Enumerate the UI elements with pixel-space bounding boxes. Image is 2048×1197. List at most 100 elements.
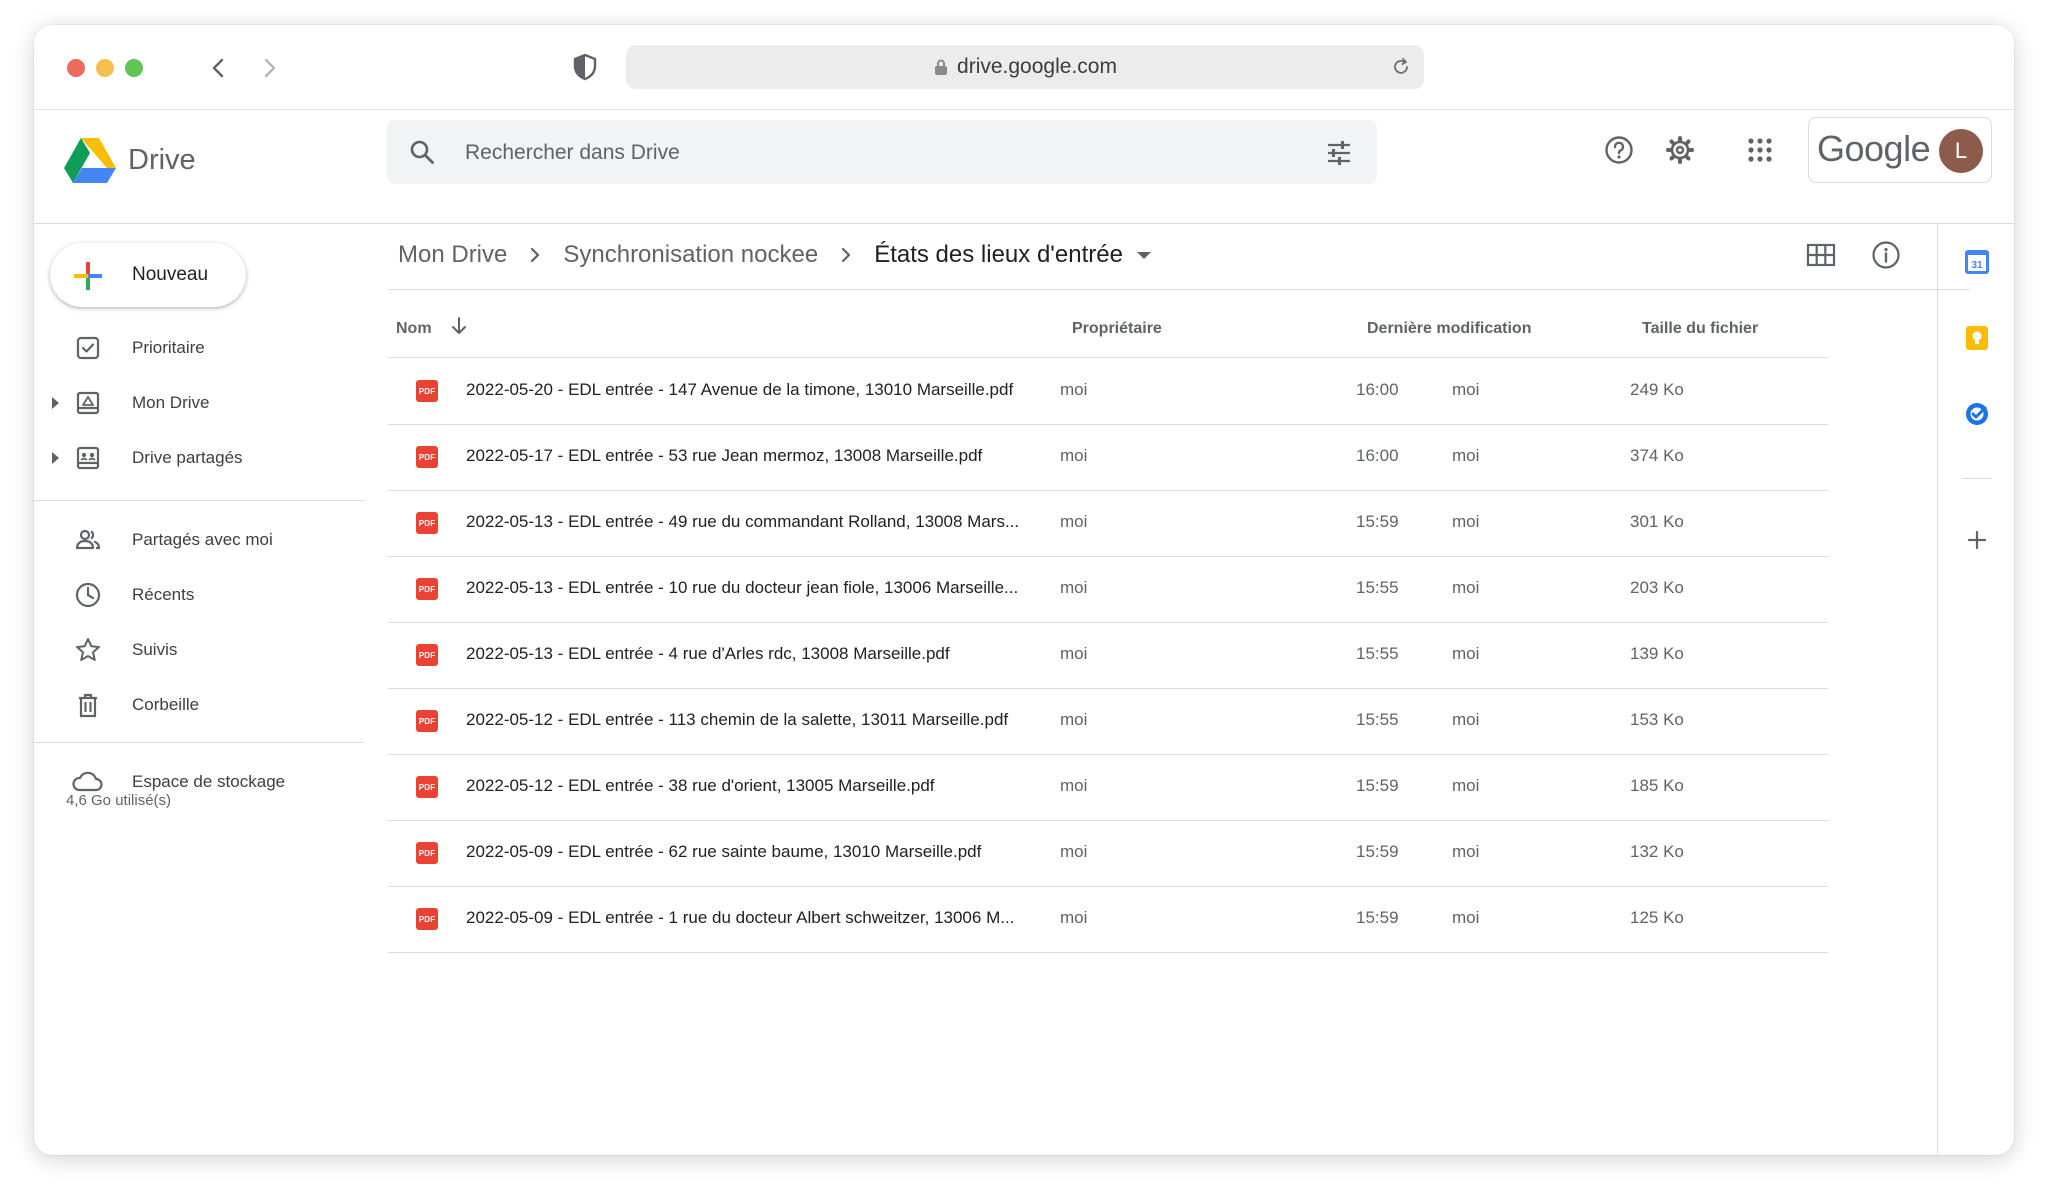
sidebar-item-my-drive[interactable]: Mon Drive xyxy=(34,382,364,424)
browser-toolbar: drive.google.com xyxy=(34,25,2014,110)
sidebar-item-shared-drives[interactable]: Drive partagés xyxy=(34,437,364,479)
table-row[interactable]: PDF 2022-05-09 - EDL entrée - 1 rue du d… xyxy=(388,886,1828,953)
file-size: 139 Ko xyxy=(1630,644,1684,663)
file-name: 2022-05-13 - EDL entrée - 4 rue d'Arles … xyxy=(466,644,950,663)
sidebar-item-trash[interactable]: Corbeille xyxy=(34,684,364,726)
chevron-left-icon xyxy=(212,58,224,78)
gear-icon xyxy=(1666,136,1694,164)
clock-icon xyxy=(75,582,101,608)
file-modified-by: moi xyxy=(1452,578,1480,597)
file-modified-time: 15:59 xyxy=(1356,512,1399,531)
drive-logo-icon[interactable] xyxy=(64,137,116,183)
grid-view-button[interactable] xyxy=(1805,239,1837,271)
file-name: 2022-05-17 - EDL entrée - 53 rue Jean me… xyxy=(466,446,983,465)
new-button[interactable]: Nouveau xyxy=(50,243,246,307)
table-row[interactable]: PDF 2022-05-12 - EDL entrée - 113 chemin… xyxy=(388,688,1828,755)
keep-notes-icon[interactable] xyxy=(1963,324,1991,352)
file-size: 153 Ko xyxy=(1630,710,1684,729)
sidebar-item-label: Mon Drive xyxy=(132,393,210,412)
table-row[interactable]: PDF 2022-05-13 - EDL entrée - 10 rue du … xyxy=(388,556,1828,623)
table-row[interactable]: PDF 2022-05-20 - EDL entrée - 147 Avenue… xyxy=(388,358,1828,425)
file-name: 2022-05-12 - EDL entrée - 113 chemin de … xyxy=(466,710,1009,729)
file-size: 203 Ko xyxy=(1630,578,1684,597)
folder-menu-dropdown-icon[interactable] xyxy=(1136,251,1151,259)
chevron-right-icon xyxy=(842,247,851,263)
forward-button[interactable] xyxy=(252,51,286,85)
sidebar-item-label: Suivis xyxy=(132,640,178,659)
back-button[interactable] xyxy=(202,51,236,85)
table-row[interactable]: PDF 2022-05-13 - EDL entrée - 4 rue d'Ar… xyxy=(388,622,1828,689)
sidebar-item-label: Espace de stockage xyxy=(132,772,286,791)
sidebar-item-recent[interactable]: Récents xyxy=(34,574,364,616)
google-wordmark: Google xyxy=(1817,128,1931,169)
file-size: 132 Ko xyxy=(1630,842,1684,861)
browser-window: drive.google.com Drive Rechercher dans D… xyxy=(34,25,2014,1155)
file-owner: moi xyxy=(1060,776,1088,795)
sidebar-item-starred[interactable]: Suivis xyxy=(34,629,364,671)
my-drive-icon xyxy=(76,391,100,415)
column-header-modified[interactable]: Dernière modification xyxy=(1367,320,1531,338)
calendar-day-number: 31 xyxy=(1971,260,1983,271)
grid-view-icon xyxy=(1806,243,1836,267)
close-window-button[interactable] xyxy=(67,59,85,77)
file-size: 374 Ko xyxy=(1630,446,1684,465)
new-button-label: Nouveau xyxy=(132,264,209,285)
file-modified-time: 15:55 xyxy=(1356,644,1399,663)
sidebar-item-shared-with-me[interactable]: Partagés avec moi xyxy=(34,519,364,561)
sidebar-divider xyxy=(34,742,364,743)
address-bar[interactable]: drive.google.com xyxy=(626,45,1424,89)
account-button[interactable]: Google L xyxy=(1808,117,1992,183)
file-modified-by: moi xyxy=(1452,776,1480,795)
maximize-window-button[interactable] xyxy=(125,59,143,77)
sidebar-item-priority[interactable]: Prioritaire xyxy=(34,327,364,369)
expand-arrow-icon[interactable] xyxy=(52,397,59,409)
apps-button[interactable] xyxy=(1744,134,1776,166)
search-icon[interactable] xyxy=(409,139,435,165)
search-input[interactable] xyxy=(463,128,1287,178)
sidebar-item-label: Drive partagés xyxy=(132,448,243,467)
avatar[interactable]: L xyxy=(1939,129,1983,173)
breadcrumb-divider xyxy=(388,289,1970,290)
pdf-file-icon: PDF xyxy=(416,578,438,600)
column-header-owner[interactable]: Propriétaire xyxy=(1072,320,1162,338)
file-owner: moi xyxy=(1060,446,1088,465)
table-row[interactable]: PDF 2022-05-12 - EDL entrée - 38 rue d'o… xyxy=(388,754,1828,821)
reload-icon[interactable] xyxy=(1390,56,1412,78)
add-addon-icon[interactable] xyxy=(1963,526,1991,554)
check-box-icon xyxy=(76,336,100,360)
file-owner: moi xyxy=(1060,908,1088,927)
calendar-icon[interactable]: 31 xyxy=(1963,248,1991,276)
breadcrumb-item-my-drive[interactable]: Mon Drive xyxy=(398,241,507,269)
file-name: 2022-05-13 - EDL entrée - 49 rue du comm… xyxy=(466,512,1020,531)
drive-brand-text: Drive xyxy=(128,144,196,176)
file-modified-by: moi xyxy=(1452,842,1480,861)
breadcrumb-item-sync-folder[interactable]: Synchronisation nockee xyxy=(563,241,818,269)
lock-icon xyxy=(935,59,948,75)
sort-arrow-down-icon[interactable] xyxy=(448,315,470,337)
settings-button[interactable] xyxy=(1664,134,1696,166)
table-row[interactable]: PDF 2022-05-17 - EDL entrée - 53 rue Jea… xyxy=(388,424,1828,491)
table-row[interactable]: PDF 2022-05-13 - EDL entrée - 49 rue du … xyxy=(388,490,1828,557)
sidebar-item-label: Partagés avec moi xyxy=(132,530,273,549)
breadcrumb-current-folder[interactable]: États des lieux d'entrée xyxy=(874,241,1123,269)
minimize-window-button[interactable] xyxy=(96,59,114,77)
file-modified-by: moi xyxy=(1452,512,1480,531)
file-modified-by: moi xyxy=(1452,380,1480,399)
file-modified-by: moi xyxy=(1452,908,1480,927)
search-options-icon[interactable] xyxy=(1325,139,1353,167)
expand-arrow-icon[interactable] xyxy=(52,452,59,464)
file-name: 2022-05-09 - EDL entrée - 62 rue sainte … xyxy=(466,842,982,861)
tasks-icon[interactable] xyxy=(1963,400,1991,428)
pdf-file-icon: PDF xyxy=(416,710,438,732)
privacy-shield-icon[interactable] xyxy=(570,52,600,82)
apps-grid-icon xyxy=(1748,138,1772,162)
url-text: drive.google.com xyxy=(957,55,1117,78)
details-button[interactable] xyxy=(1870,239,1902,271)
column-header-size[interactable]: Taille du fichier xyxy=(1642,320,1758,338)
people-icon xyxy=(75,529,101,550)
table-row[interactable]: PDF 2022-05-09 - EDL entrée - 62 rue sai… xyxy=(388,820,1828,887)
help-button[interactable] xyxy=(1603,134,1635,166)
column-header-name[interactable]: Nom xyxy=(396,320,432,338)
search-bar[interactable] xyxy=(387,120,1377,184)
pdf-file-icon: PDF xyxy=(416,776,438,798)
